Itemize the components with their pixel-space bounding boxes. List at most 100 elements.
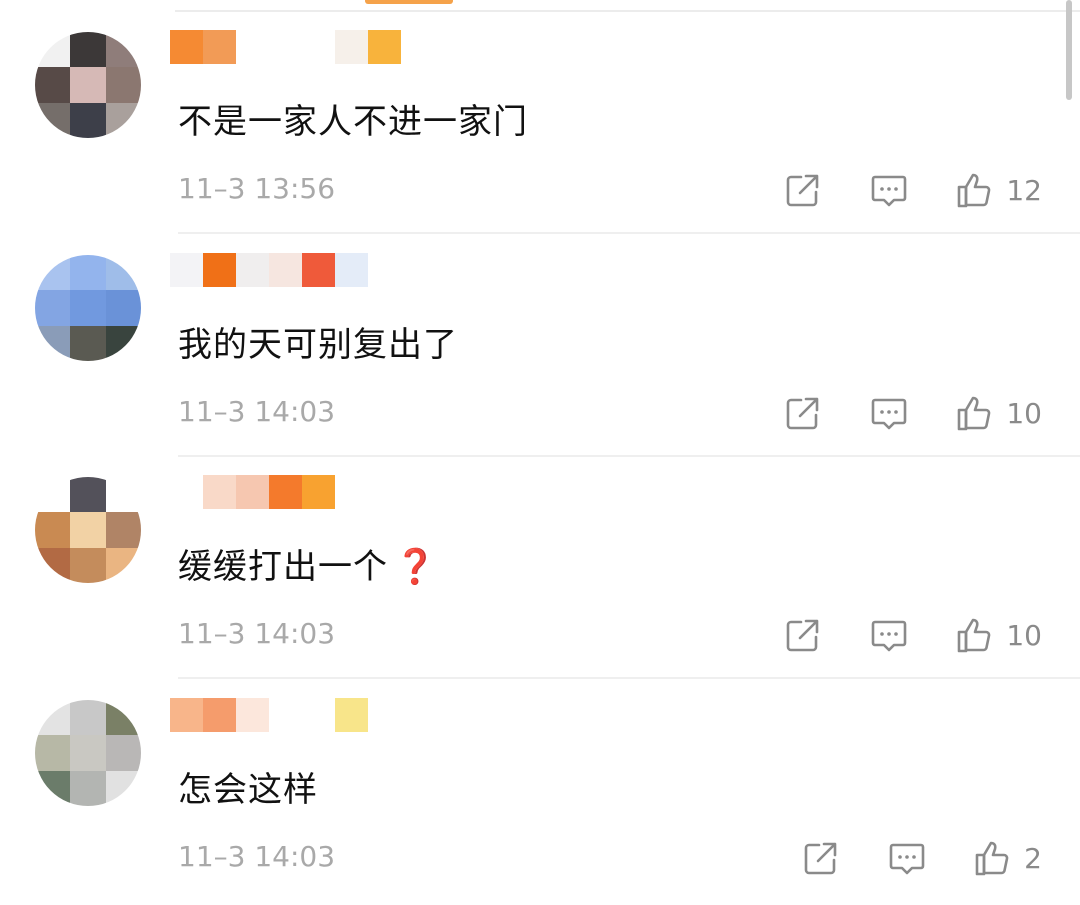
avatar-pixel <box>70 735 106 771</box>
username-blurred[interactable] <box>170 698 430 732</box>
username-mosaic-block <box>170 698 203 732</box>
avatar-pixel <box>105 700 141 736</box>
thumbs-up-icon <box>975 841 1009 876</box>
comment-text: 不是一家人不进一家门 <box>178 102 528 142</box>
avatar-pixel <box>70 290 106 326</box>
divider <box>178 232 1080 234</box>
avatar-pixel <box>70 512 106 548</box>
question-mark-emoji: ❓ <box>394 547 438 587</box>
comment-time: 11–3 14:03 <box>178 617 336 650</box>
like-button[interactable]: 12 <box>956 171 1042 209</box>
avatar-pixel <box>70 477 106 513</box>
avatar-pixel <box>105 547 141 583</box>
comment-actions: 2 <box>802 838 1042 878</box>
username-blurred[interactable] <box>170 30 430 64</box>
avatar[interactable] <box>35 255 141 361</box>
share-icon[interactable] <box>802 839 840 877</box>
avatar-pixel <box>105 32 141 68</box>
comment-icon[interactable] <box>888 839 926 877</box>
username-mosaic-block <box>269 698 302 732</box>
avatar-pixel <box>70 67 106 103</box>
username-mosaic-block <box>236 475 269 509</box>
avatar-pixel <box>70 770 106 806</box>
username-mosaic-block <box>203 475 236 509</box>
comment-feed: 不是一家人不进一家门 11–3 13:56 12 我的天可别复出了 11–3 1… <box>0 0 1080 905</box>
avatar-pixel <box>35 32 71 68</box>
share-icon[interactable] <box>784 171 822 209</box>
avatar[interactable] <box>35 477 141 583</box>
username-mosaic-block <box>302 698 335 732</box>
username-mosaic-block <box>335 30 368 64</box>
avatar-pixel <box>105 325 141 361</box>
avatar[interactable] <box>35 700 141 806</box>
comment-icon[interactable] <box>870 616 908 654</box>
username-mosaic-block <box>302 253 335 287</box>
username-mosaic-block <box>236 253 269 287</box>
username-mosaic <box>170 253 368 287</box>
username-mosaic-block <box>269 475 302 509</box>
avatar-pixel <box>105 290 141 326</box>
like-button[interactable]: 10 <box>956 616 1042 654</box>
username-blurred[interactable] <box>170 253 430 287</box>
username-blurred[interactable] <box>170 475 430 509</box>
username-mosaic-block <box>335 253 368 287</box>
comment-time: 11–3 14:03 <box>178 840 336 873</box>
like-button[interactable]: 10 <box>956 394 1042 432</box>
avatar-pixel <box>105 67 141 103</box>
username-mosaic-block <box>203 253 236 287</box>
avatar-pixel <box>105 735 141 771</box>
username-mosaic-block <box>335 698 368 732</box>
top-accent-bar <box>365 0 453 4</box>
share-icon[interactable] <box>784 394 822 432</box>
comment-time: 11–3 14:03 <box>178 395 336 428</box>
comment-item: 怎会这样 11–3 14:03 2 <box>0 680 1080 902</box>
username-mosaic-block <box>236 30 269 64</box>
comment-item: 不是一家人不进一家门 11–3 13:56 12 <box>0 12 1080 234</box>
divider <box>178 677 1080 679</box>
avatar-pixel <box>35 547 71 583</box>
username-mosaic <box>170 698 368 732</box>
comment-text-body: 缓缓打出一个 <box>178 547 388 587</box>
comment-icon[interactable] <box>870 171 908 209</box>
like-count: 2 <box>1024 841 1042 875</box>
username-mosaic <box>170 475 335 509</box>
comment-item: 缓缓打出一个 ❓ 11–3 14:03 10 <box>0 457 1080 679</box>
avatar-pixel <box>35 290 71 326</box>
thumbs-up-icon <box>958 618 991 653</box>
thumbs-up-icon <box>958 396 991 431</box>
avatar-pixel <box>35 325 71 361</box>
avatar-pixel <box>105 102 141 138</box>
avatar-pixel <box>70 325 106 361</box>
like-count: 12 <box>1006 173 1042 207</box>
comment-actions: 10 <box>784 393 1042 433</box>
avatar-pixel <box>105 512 141 548</box>
avatar[interactable] <box>35 32 141 138</box>
username-mosaic-block <box>269 30 302 64</box>
like-button[interactable]: 2 <box>974 839 1042 877</box>
username-mosaic-block <box>269 253 302 287</box>
comment-actions: 12 <box>784 170 1042 210</box>
comment-text: 怎会这样 <box>178 770 318 810</box>
avatar-pixel <box>35 67 71 103</box>
share-icon[interactable] <box>784 616 822 654</box>
avatar-pixel <box>70 547 106 583</box>
username-mosaic <box>170 30 401 64</box>
avatar-pixel <box>35 735 71 771</box>
avatar-pixel <box>70 700 106 736</box>
username-mosaic-block <box>203 698 236 732</box>
username-mosaic-block <box>170 30 203 64</box>
thumbs-up-icon <box>958 173 991 208</box>
comment-item: 我的天可别复出了 11–3 14:03 10 <box>0 235 1080 457</box>
comment-icon[interactable] <box>870 394 908 432</box>
avatar-pixel <box>105 770 141 806</box>
username-mosaic-block <box>170 253 203 287</box>
avatar-pixel <box>70 32 106 68</box>
avatar-pixel <box>35 770 71 806</box>
like-count: 10 <box>1006 396 1042 430</box>
avatar-pixel <box>70 102 106 138</box>
comment-actions: 10 <box>784 615 1042 655</box>
username-mosaic-block <box>170 475 203 509</box>
username-mosaic-block <box>302 475 335 509</box>
avatar-pixel <box>35 477 71 513</box>
avatar-pixel <box>70 255 106 291</box>
